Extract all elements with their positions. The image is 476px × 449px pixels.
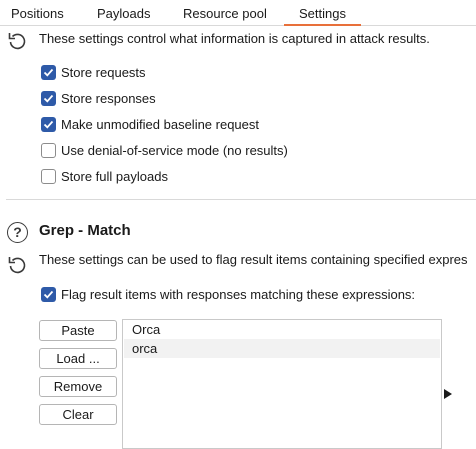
- store-responses-option[interactable]: Store responses: [41, 89, 156, 107]
- dos-mode-checkbox[interactable]: [41, 142, 56, 158]
- store-requests-label: Store requests: [61, 64, 146, 80]
- list-item[interactable]: Orca: [124, 320, 440, 339]
- tab-resource-pool[interactable]: Resource pool: [183, 0, 267, 26]
- expressions-list[interactable]: Orca orca: [122, 319, 442, 449]
- store-requests-checkbox[interactable]: [41, 64, 56, 80]
- reset-icon[interactable]: [6, 30, 28, 52]
- reset-icon[interactable]: [6, 254, 28, 276]
- flag-results-label: Flag result items with responses matchin…: [61, 286, 416, 302]
- tab-bar: Positions Payloads Resource pool Setting…: [0, 0, 476, 26]
- section-divider: [6, 199, 476, 200]
- load-button[interactable]: Load ...: [39, 348, 117, 369]
- clear-button[interactable]: Clear: [39, 404, 117, 425]
- flag-results-option[interactable]: Flag result items with responses matchin…: [41, 285, 415, 303]
- store-requests-option[interactable]: Store requests: [41, 63, 146, 81]
- flag-results-checkbox[interactable]: [41, 286, 56, 302]
- checkmark-icon: [43, 120, 54, 129]
- list-item[interactable]: orca: [124, 339, 440, 358]
- grep-match-title: Grep - Match: [39, 222, 131, 239]
- checkmark-icon: [43, 68, 54, 77]
- checkmark-icon: [43, 290, 54, 299]
- tab-payloads[interactable]: Payloads: [97, 0, 150, 26]
- expand-arrow-icon[interactable]: [444, 389, 452, 399]
- dos-mode-option[interactable]: Use denial-of-service mode (no results): [41, 141, 288, 159]
- tab-settings[interactable]: Settings: [284, 0, 361, 26]
- store-responses-label: Store responses: [61, 90, 156, 106]
- baseline-request-label: Make unmodified baseline request: [61, 116, 260, 132]
- store-full-payloads-option[interactable]: Store full payloads: [41, 167, 168, 185]
- tab-positions[interactable]: Positions: [11, 0, 64, 26]
- remove-button[interactable]: Remove: [39, 376, 117, 397]
- results-settings-description: These settings control what information …: [39, 31, 430, 46]
- baseline-request-checkbox[interactable]: [41, 116, 56, 132]
- dos-mode-label: Use denial-of-service mode (no results): [61, 142, 288, 158]
- store-full-payloads-checkbox[interactable]: [41, 168, 56, 184]
- checkmark-icon: [43, 94, 54, 103]
- paste-button[interactable]: Paste: [39, 320, 117, 341]
- help-icon[interactable]: ?: [7, 222, 28, 243]
- baseline-request-option[interactable]: Make unmodified baseline request: [41, 115, 259, 133]
- grep-match-description: These settings can be used to flag resul…: [39, 252, 468, 267]
- store-responses-checkbox[interactable]: [41, 90, 56, 106]
- store-full-payloads-label: Store full payloads: [61, 168, 168, 184]
